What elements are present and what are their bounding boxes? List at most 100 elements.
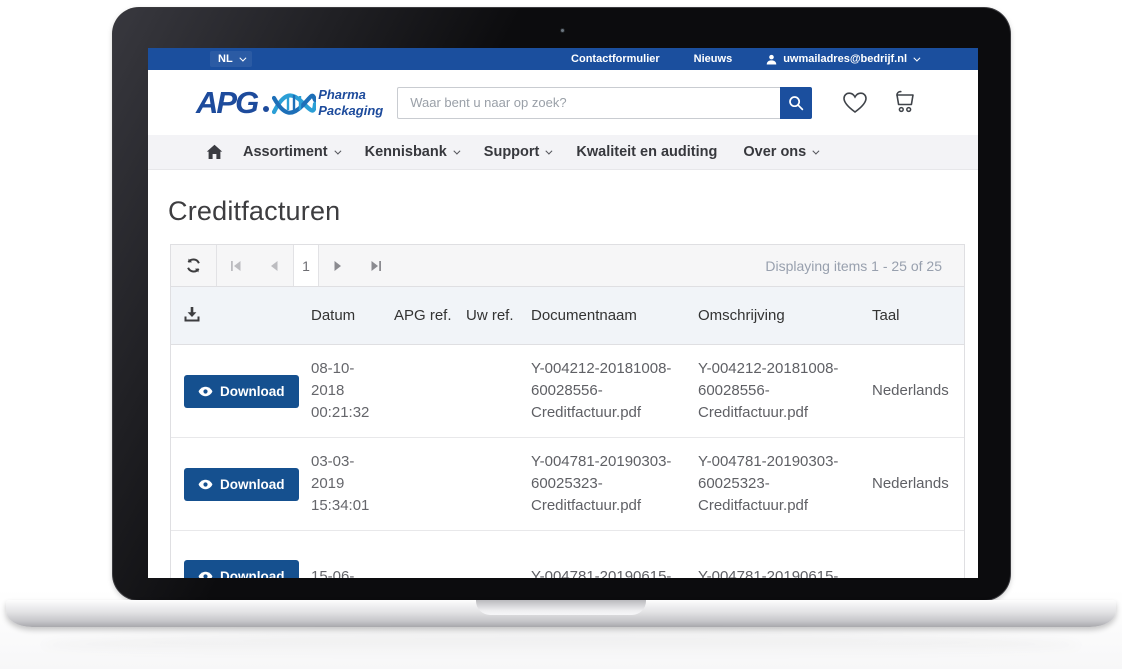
- download-button-label: Download: [220, 477, 285, 492]
- cell-uw-ref: [453, 564, 518, 579]
- invoices-grid: 1 Displaying: [170, 244, 965, 578]
- nav-item-over-ons[interactable]: Over ons: [743, 144, 817, 160]
- nav-item-label: Kennisbank: [365, 144, 447, 160]
- cell-omschrijving: Y-004781-20190303-60025323-Creditfactuur…: [685, 438, 859, 530]
- first-page-button[interactable]: [217, 245, 255, 286]
- language-label: NL: [218, 53, 233, 65]
- column-header-download[interactable]: [171, 306, 298, 326]
- download-tray-icon: [184, 306, 200, 322]
- download-button[interactable]: Download: [184, 560, 299, 578]
- webcam-dot: [559, 27, 566, 34]
- main-nav: Assortiment Kennisbank Support Kwaliteit…: [148, 135, 978, 170]
- nav-item-support[interactable]: Support: [484, 144, 551, 160]
- cell-omschrijving: Y-004212-20181008-60028556-Creditfactuur…: [685, 345, 859, 437]
- nav-item-label: Kwaliteit en auditing: [576, 144, 717, 160]
- cell-datum: 15-06-: [298, 553, 381, 579]
- page-number-box[interactable]: 1: [293, 245, 319, 286]
- logo-wordmark: APG: [196, 87, 257, 118]
- column-header-documentnaam[interactable]: Documentnaam: [518, 307, 685, 324]
- first-page-icon: [230, 260, 242, 272]
- cell-documentnaam: Y-004781-20190303-60025323-Creditfactuur…: [518, 438, 685, 530]
- table-row: Download 08-10-2018 00:21:32 Y-004212-20…: [171, 345, 964, 438]
- cell-uw-ref: [453, 378, 518, 404]
- eye-icon: [198, 571, 213, 578]
- column-header-taal[interactable]: Taal: [859, 307, 966, 324]
- next-page-button[interactable]: [319, 245, 357, 286]
- nav-item-label: Over ons: [743, 144, 806, 160]
- column-header-uw-ref[interactable]: Uw ref.: [453, 307, 518, 324]
- cell-taal: Nederlands: [859, 367, 966, 415]
- company-logo[interactable]: APG Pharma Packaging: [196, 86, 383, 120]
- prev-page-button[interactable]: [255, 245, 293, 286]
- cell-taal: Nederlands: [859, 460, 966, 508]
- cell-apg-ref: [381, 564, 453, 579]
- account-menu[interactable]: uwmailadres@bedrijf.nl: [766, 53, 918, 65]
- grid-header-row: Datum APG ref. Uw ref. Documentnaam Omsc…: [171, 287, 964, 345]
- refresh-icon: [185, 257, 202, 274]
- header-action-icons: [842, 90, 918, 116]
- dna-helix-icon: [272, 86, 316, 120]
- laptop-reflection: [40, 632, 1082, 658]
- cart-icon[interactable]: [892, 90, 918, 116]
- nav-item-label: Assortiment: [243, 144, 328, 160]
- search-input[interactable]: [397, 87, 780, 119]
- laptop-mockup: NL Contactformulier Nieuws uwmailadres@b…: [0, 0, 1122, 669]
- home-icon: [206, 144, 223, 160]
- person-icon: [766, 54, 777, 65]
- browser-viewport: NL Contactformulier Nieuws uwmailadres@b…: [148, 48, 978, 578]
- table-row: Download 15-06- Y-004781-20190615- Y-004…: [171, 531, 964, 578]
- cell-uw-ref: [453, 471, 518, 497]
- wishlist-heart-icon[interactable]: [842, 91, 868, 115]
- search-button[interactable]: [780, 87, 812, 119]
- chevron-down-icon: [813, 147, 820, 154]
- logo-subtitle-line1: Pharma: [318, 87, 366, 102]
- laptop-base-notch: [476, 600, 646, 615]
- grid-status-text: Displaying items 1 - 25 of 25: [765, 245, 964, 286]
- prev-page-icon: [269, 260, 279, 272]
- laptop-base: [6, 600, 1116, 627]
- column-header-omschrijving[interactable]: Omschrijving: [685, 307, 859, 324]
- last-page-icon: [370, 260, 382, 272]
- eye-icon: [198, 479, 213, 490]
- cell-taal: [859, 564, 966, 579]
- cell-apg-ref: [381, 471, 453, 497]
- nav-item-kennisbank[interactable]: Kennisbank: [365, 144, 458, 160]
- grid-toolbar: 1 Displaying: [171, 245, 964, 287]
- logo-dot: [263, 106, 269, 112]
- cell-documentnaam: Y-004781-20190615-: [518, 553, 685, 579]
- cell-datum: 08-10-2018 00:21:32: [298, 345, 381, 437]
- search-icon: [788, 95, 804, 111]
- logo-subtitle: Pharma Packaging: [318, 87, 383, 118]
- column-header-apg-ref[interactable]: APG ref.: [381, 307, 453, 324]
- nav-item-assortiment[interactable]: Assortiment: [243, 144, 339, 160]
- page-number: 1: [302, 258, 310, 274]
- chevron-down-icon: [239, 54, 246, 61]
- download-button-label: Download: [220, 569, 285, 578]
- page-content: Creditfacturen: [148, 170, 978, 578]
- contact-link[interactable]: Contactformulier: [571, 53, 660, 65]
- language-selector[interactable]: NL: [210, 51, 252, 67]
- site-header: APG Pharma Packaging: [148, 70, 978, 135]
- news-link[interactable]: Nieuws: [694, 53, 733, 65]
- download-button[interactable]: Download: [184, 468, 299, 501]
- nav-item-kwaliteit-en-auditing[interactable]: Kwaliteit en auditing: [576, 144, 717, 160]
- nav-item-label: Support: [484, 144, 540, 160]
- chevron-down-icon: [334, 147, 341, 154]
- download-button-label: Download: [220, 384, 285, 399]
- nav-home[interactable]: [206, 144, 223, 160]
- table-row: Download 03-03-2019 15:34:01 Y-004781-20…: [171, 438, 964, 531]
- chevron-down-icon: [453, 147, 460, 154]
- chevron-down-icon: [913, 54, 920, 61]
- eye-icon: [198, 386, 213, 397]
- column-header-datum[interactable]: Datum: [298, 307, 381, 324]
- cell-omschrijving: Y-004781-20190615-: [685, 553, 859, 579]
- download-button[interactable]: Download: [184, 375, 299, 408]
- top-utility-bar: NL Contactformulier Nieuws uwmailadres@b…: [148, 48, 978, 70]
- refresh-button[interactable]: [171, 245, 217, 286]
- cell-documentnaam: Y-004212-20181008-60028556-Creditfactuur…: [518, 345, 685, 437]
- chevron-down-icon: [546, 147, 553, 154]
- search-bar: [397, 87, 812, 119]
- page-title: Creditfacturen: [168, 196, 965, 227]
- logo-subtitle-line2: Packaging: [318, 103, 383, 118]
- last-page-button[interactable]: [357, 245, 395, 286]
